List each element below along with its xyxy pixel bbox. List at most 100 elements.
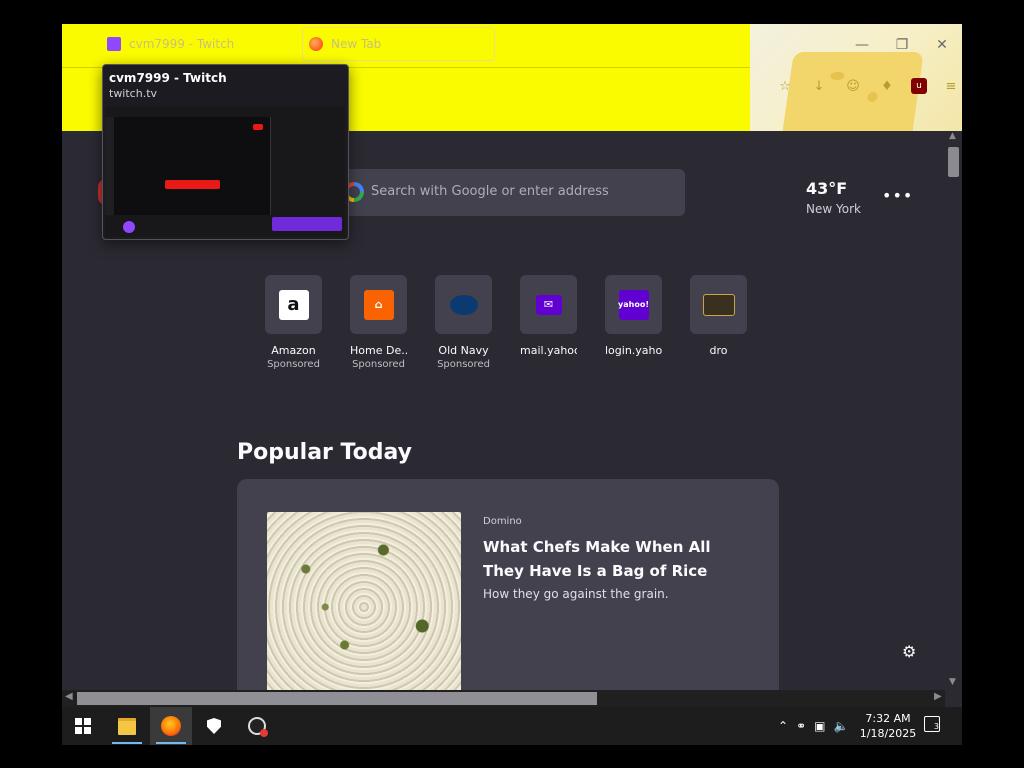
notification-icon[interactable]: 3 bbox=[924, 716, 940, 732]
envelope-icon: ✉ bbox=[535, 294, 562, 315]
chevron-up-icon[interactable]: ⌃ bbox=[778, 719, 788, 733]
tile-box bbox=[690, 275, 747, 334]
tile-sponsored: Sponsored bbox=[352, 359, 405, 370]
microphone-icon[interactable]: ⚭ bbox=[796, 719, 806, 733]
tab-twitch[interactable]: cvm7999 - Twitch bbox=[107, 27, 297, 61]
tile-box: a bbox=[265, 275, 322, 334]
scroll-down-icon[interactable]: ▼ bbox=[949, 677, 956, 687]
windows-icon bbox=[75, 718, 91, 734]
volume-icon[interactable]: 🔈 bbox=[833, 719, 848, 733]
home-depot-icon: ⌂ bbox=[363, 289, 394, 320]
thumb-sidebar bbox=[105, 117, 114, 217]
horizontal-scroll-thumb[interactable] bbox=[77, 692, 597, 705]
preview-title: cvm7999 - Twitch bbox=[109, 71, 227, 85]
thumb-chat bbox=[270, 117, 345, 217]
top-site-dro[interactable]: dro bbox=[690, 275, 747, 370]
folder-icon bbox=[118, 717, 136, 735]
clock-time: 7:32 AM bbox=[865, 712, 911, 725]
horizontal-scrollbar[interactable]: ◀ ▶ bbox=[62, 690, 945, 707]
account-icon[interactable]: ☺ bbox=[843, 76, 863, 96]
story-description: How they go against the grain. bbox=[483, 587, 669, 601]
weather-widget[interactable]: 43°F New York bbox=[806, 179, 861, 216]
tab-title: cvm7999 - Twitch bbox=[129, 37, 235, 51]
notification-count: 3 bbox=[933, 722, 939, 731]
story-source: Domino bbox=[483, 516, 522, 527]
top-site-mail-yahoo[interactable]: ✉ mail.yahoo bbox=[520, 275, 577, 370]
thumb-follow bbox=[272, 217, 342, 231]
vertical-scroll-thumb[interactable] bbox=[948, 147, 959, 177]
tile-box bbox=[435, 275, 492, 334]
tab-title: New Tab bbox=[331, 37, 382, 51]
top-site-home-depot[interactable]: ⌂ Home De... Sponsored bbox=[350, 275, 407, 370]
top-site-amazon[interactable]: a Amazon Sponsored bbox=[265, 275, 322, 370]
weather-city: New York bbox=[806, 202, 861, 216]
tile-sponsored: Sponsored bbox=[267, 359, 320, 370]
minimize-button[interactable]: — bbox=[842, 24, 882, 66]
tab-new-tab[interactable]: New Tab bbox=[302, 27, 495, 61]
popular-heading: Popular Today bbox=[237, 440, 413, 465]
menu-icon[interactable]: ≡ bbox=[941, 76, 961, 96]
preview-url: twitch.tv bbox=[109, 87, 158, 100]
obs-button[interactable] bbox=[236, 707, 278, 745]
tile-label: dro bbox=[709, 344, 728, 357]
top-sites: a Amazon Sponsored ⌂ Home De... Sponsore… bbox=[265, 275, 747, 370]
clock-date: 1/18/2025 bbox=[859, 727, 917, 740]
thumb-badge bbox=[253, 124, 263, 130]
tile-label: Home De... bbox=[350, 344, 407, 357]
scroll-right-icon[interactable]: ▶ bbox=[934, 691, 942, 702]
tab-preview: cvm7999 - Twitch twitch.tv bbox=[102, 64, 349, 240]
ublock-icon[interactable]: u bbox=[911, 78, 927, 94]
tile-sponsored: Sponsored bbox=[437, 359, 490, 370]
scroll-up-icon[interactable]: ▲ bbox=[949, 131, 956, 141]
story-image bbox=[267, 512, 461, 702]
search-bar[interactable]: Search with Google or enter address bbox=[334, 169, 685, 216]
download-icon[interactable]: ↓ bbox=[809, 76, 829, 96]
preview-thumbnail bbox=[105, 107, 345, 237]
tile-label: mail.yahoo bbox=[520, 344, 577, 357]
start-button[interactable] bbox=[62, 707, 104, 745]
yahoo-icon: yahoo! bbox=[618, 289, 649, 320]
top-site-old-navy[interactable]: Old Navy Sponsored bbox=[435, 275, 492, 370]
twitch-icon bbox=[107, 37, 121, 51]
vertical-scrollbar[interactable]: ▲ ▼ bbox=[945, 131, 962, 691]
folder-icon bbox=[702, 293, 735, 316]
amazon-icon: a bbox=[278, 289, 309, 320]
thumb-avatar bbox=[123, 221, 135, 233]
restore-button[interactable]: ❐ bbox=[882, 24, 922, 66]
firefox-taskbar-button[interactable] bbox=[150, 707, 192, 745]
thumb-button bbox=[165, 180, 220, 189]
theme-artwork: — ❐ ✕ ☆ ↓ ☺ ♦ u ≡ bbox=[750, 24, 962, 131]
thumb-topbar bbox=[105, 107, 345, 117]
obs-icon bbox=[248, 717, 268, 737]
story-title: What Chefs Make When All They Have Is a … bbox=[483, 538, 711, 580]
file-explorer-button[interactable] bbox=[106, 707, 148, 745]
network-icon[interactable]: ▣ bbox=[814, 719, 825, 733]
weather-temp: 43°F bbox=[806, 179, 848, 198]
tile-label: Amazon bbox=[271, 344, 316, 357]
shield-icon bbox=[207, 718, 221, 734]
security-button[interactable] bbox=[193, 707, 235, 745]
pocket-icon[interactable]: ☆ bbox=[775, 76, 795, 96]
window-controls: — ❐ ✕ bbox=[842, 24, 962, 66]
scroll-left-icon[interactable]: ◀ bbox=[65, 691, 73, 702]
taskbar: ⌃ ⚭ ▣ 🔈 7:32 AM 1/18/2025 3 bbox=[62, 707, 962, 745]
old-navy-icon bbox=[449, 294, 478, 315]
tile-label: Old Navy bbox=[438, 344, 489, 357]
weather-menu-icon[interactable]: ••• bbox=[882, 186, 913, 205]
firefox-icon bbox=[161, 716, 181, 736]
tile-label: login.yahoo bbox=[605, 344, 662, 357]
tab-strip: cvm7999 - Twitch New Tab bbox=[62, 24, 750, 66]
firefox-icon bbox=[309, 37, 323, 51]
tile-box: ✉ bbox=[520, 275, 577, 334]
tile-box: ⌂ bbox=[350, 275, 407, 334]
toolbar-icons: ☆ ↓ ☺ ♦ u ≡ bbox=[775, 76, 961, 96]
close-button[interactable]: ✕ bbox=[922, 24, 962, 66]
top-site-login-yahoo[interactable]: yahoo! login.yahoo bbox=[605, 275, 662, 370]
settings-gear-icon[interactable]: ⚙ bbox=[902, 642, 916, 661]
system-tray: ⌃ ⚭ ▣ 🔈 bbox=[778, 707, 848, 745]
clock[interactable]: 7:32 AM 1/18/2025 bbox=[858, 711, 918, 741]
tile-box: yahoo! bbox=[605, 275, 662, 334]
screen: cvm7999 - Twitch New Tab — ❐ ✕ ☆ ↓ ☺ ♦ u bbox=[62, 24, 962, 745]
extension-icon[interactable]: ♦ bbox=[877, 76, 897, 96]
search-placeholder: Search with Google or enter address bbox=[371, 184, 609, 199]
